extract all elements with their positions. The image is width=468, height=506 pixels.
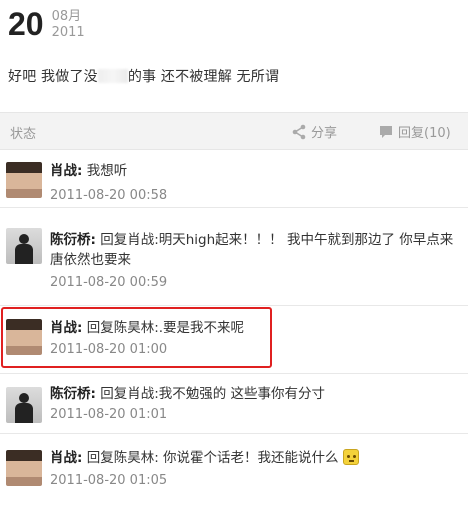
reply-label: 回复(10): [398, 126, 451, 141]
comment-time: 2011-08-20 01:00: [50, 342, 168, 357]
comment-body: 肖战: 回复陈昊林: 你说霍个话老！我还能说什么: [50, 448, 460, 468]
comment-author[interactable]: 陈衍桥:: [50, 386, 96, 402]
comment-time: 2011-08-20 01:05: [50, 473, 168, 488]
share-button[interactable]: 分享: [291, 122, 337, 141]
post-day: 20: [8, 6, 44, 42]
post-year: 2011: [51, 25, 85, 40]
comment-time: 2011-08-20 01:01: [50, 407, 168, 422]
avatar[interactable]: [6, 162, 42, 198]
post-text-part-2: 的事 还不被理解 无所谓: [127, 69, 280, 85]
comment-item: 肖战: 回复陈昊林: 你说霍个话老！我还能说什么 2011-08-20 01:0…: [0, 434, 468, 504]
post-month: 08月: [51, 9, 82, 24]
post-text-part-1: 好吧 我做了没: [8, 69, 98, 85]
avatar[interactable]: [6, 228, 42, 264]
redacted-text: [97, 69, 128, 83]
post-action-bar: 状态 分享 回复(10): [0, 112, 468, 150]
post-month-year: 08月 2011: [52, 9, 85, 41]
comment-item: 陈衍桥: 回复肖战:明天high起来！！！ 我中午就到那边了 你早点来 唐依然也…: [0, 208, 468, 306]
comment-text: 回复肖战:我不勉强的 这些事你有分寸: [95, 386, 326, 402]
comment-item: 陈衍桥: 回复肖战:我不勉强的 这些事你有分寸 2011-08-20 01:01: [0, 374, 468, 434]
comment-time: 2011-08-20 00:59: [50, 275, 168, 290]
comment-text: 我想听: [82, 163, 128, 179]
comment-text: 回复陈昊林:.要是我不来呢: [82, 320, 245, 336]
comment-item: 肖战: 回复陈昊林:.要是我不来呢 2011-08-20 01:00: [0, 306, 468, 374]
reply-button[interactable]: 回复(10): [378, 122, 451, 141]
comment-text: 回复陈昊林: 你说霍个话老！我还能说什么: [82, 450, 339, 466]
status-label: 状态: [10, 127, 37, 142]
comment-author[interactable]: 陈衍桥:: [50, 232, 96, 248]
avatar[interactable]: [6, 450, 42, 486]
avatar[interactable]: [6, 387, 42, 423]
comment-item: 肖战: 我想听 2011-08-20 00:58: [0, 151, 468, 208]
share-label: 分享: [311, 126, 338, 141]
share-icon: [292, 124, 306, 139]
comment-author[interactable]: 肖战:: [50, 450, 82, 466]
comment-author[interactable]: 肖战:: [50, 320, 82, 336]
emoji-icon: [342, 449, 359, 465]
comment-body: 陈衍桥: 回复肖战:我不勉强的 这些事你有分寸: [50, 384, 460, 404]
comment-text: 回复肖战:明天high起来！！！ 我中午就到那边了 你早点来 唐依然也要来: [50, 232, 454, 268]
comment-time: 2011-08-20 00:58: [50, 188, 168, 203]
comment-body: 肖战: 回复陈昊林:.要是我不来呢: [50, 318, 460, 338]
comment-body: 陈衍桥: 回复肖战:明天high起来！！！ 我中午就到那边了 你早点来 唐依然也…: [50, 230, 460, 270]
comment-icon: [380, 125, 392, 138]
post-date-header: 20 08月 2011: [8, 6, 85, 46]
avatar[interactable]: [6, 319, 42, 355]
post-content: 好吧 我做了没 的事 还不被理解 无所谓: [8, 66, 279, 86]
comment-body: 肖战: 我想听: [50, 161, 460, 181]
comment-author[interactable]: 肖战:: [50, 163, 82, 179]
